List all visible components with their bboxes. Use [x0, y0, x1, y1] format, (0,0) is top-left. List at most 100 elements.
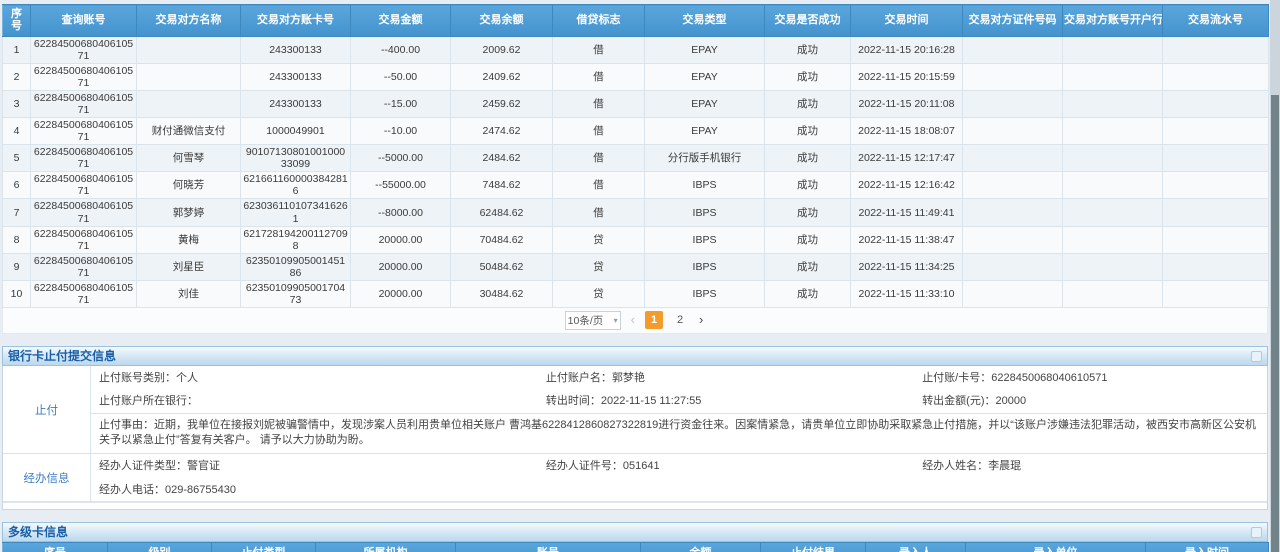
stop-payment-group-label: 止付	[3, 366, 91, 453]
table-cell: 何晓芳	[137, 172, 241, 199]
table-cell: 何雪琴	[137, 145, 241, 172]
pagination-bar: 10条/页 ▾ ‹ 1 2 ›	[2, 308, 1268, 334]
handler-id-number: 经办人证件号：051641	[538, 459, 914, 473]
table-cell: 70484.62	[451, 226, 553, 253]
page-content: 序号 查询账号 交易对方名称 交易对方账卡号 交易金额 交易余额 借贷标志 交易…	[0, 0, 1268, 552]
table-cell	[963, 63, 1063, 90]
table-cell	[1063, 145, 1163, 172]
table-cell: 20000.00	[351, 280, 451, 307]
table-cell: 243300133	[241, 63, 351, 90]
table-cell: 2474.62	[451, 118, 553, 145]
table-cell	[1163, 199, 1269, 226]
table-cell: IBPS	[645, 172, 765, 199]
stop-payment-section-body: 止付 止付账号类别：个人 止付账户名：郭梦艳 止付账/卡号：6228450068…	[2, 366, 1268, 510]
table-cell: 50484.62	[451, 253, 553, 280]
collapse-icon[interactable]	[1251, 351, 1262, 362]
table-cell: 6228450068040610571	[31, 90, 137, 117]
handler-id-type: 经办人证件类型：警官证	[91, 459, 538, 473]
table-cell: 2484.62	[451, 145, 553, 172]
table-cell: 7	[3, 199, 31, 226]
col-account: 账号	[456, 542, 641, 552]
table-cell: 借	[553, 145, 645, 172]
stop-payment-reason: 止付事由：近期，我单位在接报刘妮被骗警情中，发现涉案人员利用贵单位相关账户 曹鸿…	[91, 413, 1267, 454]
col-counterparty-name: 交易对方名称	[137, 5, 241, 37]
col-seq: 序号	[3, 542, 108, 552]
handler-group-label: 经办信息	[3, 454, 91, 501]
page-button-1[interactable]: 1	[645, 311, 663, 329]
table-cell	[963, 253, 1063, 280]
table-cell: 2022-11-15 12:17:47	[851, 145, 963, 172]
scrollbar-thumb[interactable]	[1271, 95, 1279, 552]
table-cell: 2	[3, 63, 31, 90]
table-cell: 2022-11-15 18:08:07	[851, 118, 963, 145]
table-cell: IBPS	[645, 280, 765, 307]
table-cell: 成功	[765, 253, 851, 280]
multi-card-table: 序号 级别 止付类型 所属机构 账号 余额 止付结果 录入人 录入单位 录入时间…	[2, 542, 1269, 552]
next-page-button[interactable]: ›	[697, 311, 705, 329]
table-cell: 2022-11-15 11:49:41	[851, 199, 963, 226]
table-cell: 分行版手机银行	[645, 145, 765, 172]
col-time: 交易时间	[851, 5, 963, 37]
table-cell: 贷	[553, 253, 645, 280]
table-cell: 2022-11-15 20:15:59	[851, 63, 963, 90]
table-cell	[1163, 90, 1269, 117]
table-cell	[1063, 280, 1163, 307]
table-cell: 243300133	[241, 90, 351, 117]
table-cell: 成功	[765, 172, 851, 199]
table-cell: 6228450068040610571	[31, 253, 137, 280]
stop-account-name: 止付账户名：郭梦艳	[538, 371, 914, 385]
table-row: 46228450068040610571财付通微信支付1000049901--1…	[3, 118, 1269, 145]
table-cell	[1163, 226, 1269, 253]
table-row: 96228450068040610571刘星臣62350109905001451…	[3, 253, 1269, 280]
col-level: 级别	[108, 542, 212, 552]
col-serial-number: 交易流水号	[1163, 5, 1269, 37]
handler-phone: 经办人电话：029-86755430	[91, 483, 538, 497]
table-cell	[1163, 280, 1269, 307]
table-row: 56228450068040610571何雪琴90107130801001000…	[3, 145, 1269, 172]
table-cell: 6228450068040610571	[31, 118, 137, 145]
collapse-icon[interactable]	[1251, 527, 1262, 538]
table-cell: 成功	[765, 280, 851, 307]
table-cell: 借	[553, 172, 645, 199]
stop-payment-section-header: 银行卡止付提交信息	[2, 346, 1268, 366]
multi-card-section-header: 多级卡信息	[2, 522, 1268, 542]
col-stop-type: 止付类型	[212, 542, 316, 552]
page-size-select[interactable]: 10条/页 ▾	[565, 311, 621, 330]
table-cell: --400.00	[351, 36, 451, 63]
page-button-2[interactable]: 2	[671, 311, 689, 329]
table-cell: 7484.62	[451, 172, 553, 199]
section-footer-strip	[3, 502, 1267, 509]
table-cell: 贷	[553, 226, 645, 253]
page-size-label: 10条/页	[568, 313, 614, 328]
vertical-scrollbar[interactable]	[1270, 0, 1280, 552]
table-cell: 10	[3, 280, 31, 307]
table-cell: 成功	[765, 36, 851, 63]
table-cell: 3	[3, 90, 31, 117]
table-row: 66228450068040610571何晓芳62166116000038428…	[3, 172, 1269, 199]
table-cell: 1	[3, 36, 31, 63]
table-cell: EPAY	[645, 36, 765, 63]
table-cell: 2459.62	[451, 90, 553, 117]
col-success: 交易是否成功	[765, 5, 851, 37]
col-amount: 交易金额	[351, 5, 451, 37]
table-cell: 2022-11-15 11:34:25	[851, 253, 963, 280]
table-row: 16228450068040610571243300133--400.00200…	[3, 36, 1269, 63]
table-cell: 2022-11-15 20:16:28	[851, 36, 963, 63]
table-cell: 243300133	[241, 36, 351, 63]
table-row: 26228450068040610571243300133--50.002409…	[3, 63, 1269, 90]
table-cell: 9	[3, 253, 31, 280]
col-institution: 所属机构	[316, 542, 456, 552]
col-counterparty-card: 交易对方账卡号	[241, 5, 351, 37]
col-balance: 交易余额	[451, 5, 553, 37]
prev-page-button[interactable]: ‹	[629, 311, 637, 329]
table-cell: 成功	[765, 199, 851, 226]
table-cell	[137, 63, 241, 90]
table-cell: 成功	[765, 63, 851, 90]
table-cell	[963, 226, 1063, 253]
table-cell	[1063, 199, 1163, 226]
handler-name: 经办人姓名：李晨琨	[914, 459, 1267, 473]
table-cell: 2009.62	[451, 36, 553, 63]
table-cell: 6228450068040610571	[31, 145, 137, 172]
table-cell: 2409.62	[451, 63, 553, 90]
table-cell: 6228450068040610571	[31, 226, 137, 253]
